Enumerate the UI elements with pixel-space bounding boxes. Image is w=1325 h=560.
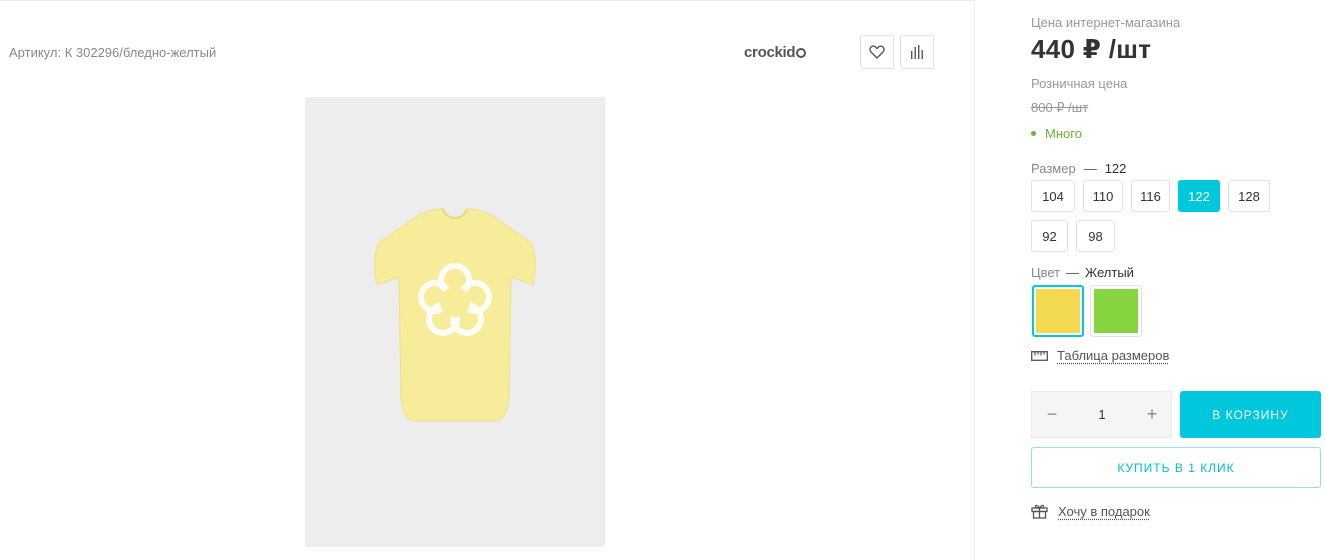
online-price-label: Цена интернет-магазина [1031,15,1180,30]
gift-icon [1031,503,1048,519]
quantity-decrease-button[interactable]: − [1042,404,1062,424]
size-option-128[interactable]: 128 [1228,180,1270,212]
ruler-icon [1031,351,1048,361]
color-swatch-yellow[interactable] [1032,285,1084,337]
size-table-label: Таблица размеров [1057,348,1169,363]
quantity-value[interactable]: 1 [1082,407,1122,422]
color-dash: — [1066,265,1079,280]
article-number: Артикул: К 302296/бледно-желтый [9,45,216,60]
quantity-increase-button[interactable]: + [1142,404,1162,424]
buy-one-click-button[interactable]: КУПИТЬ В 1 КЛИК [1031,447,1321,488]
stock-dot-icon [1031,131,1036,136]
bar-chart-icon [910,45,924,59]
product-photo[interactable] [305,97,605,547]
color-swatch-green[interactable] [1090,285,1142,337]
brand-logo: crockid [744,44,806,61]
size-option-92[interactable]: 92 [1031,220,1068,252]
size-table-link[interactable]: Таблица размеров [1031,348,1169,363]
color-selected-row: Цвет — Желтый [1031,265,1134,280]
size-selected-row: Размер — 122 [1031,161,1126,176]
size-label: Размер [1031,161,1076,176]
color-selected-value: Желтый [1085,265,1134,280]
retail-price: 800 ₽ /шт [1031,100,1088,116]
gift-wish-label: Хочу в подарок [1058,504,1150,519]
size-option-116[interactable]: 116 [1131,180,1170,212]
online-price: 440 ₽ /шт [1031,34,1151,65]
color-label: Цвет [1031,265,1060,280]
heart-icon [869,45,885,59]
retail-price-label: Розничная цена [1031,76,1127,91]
color-swatch-green-fill [1094,289,1138,333]
stock-status: Много [1031,126,1082,141]
quantity-stepper: − 1 + [1031,391,1172,438]
stock-label: Много [1045,126,1082,141]
size-selected-value: 122 [1105,161,1127,176]
product-gallery: Артикул: К 302296/бледно-желтый crockid [0,0,975,560]
size-option-122[interactable]: 122 [1178,180,1220,212]
gift-wish-link[interactable]: Хочу в подарок [1031,503,1150,519]
color-swatch-yellow-fill [1036,289,1080,333]
product-purchase-panel: Цена интернет-магазина 440 ₽ /шт Розничн… [1031,0,1325,550]
size-option-98[interactable]: 98 [1076,220,1115,252]
add-to-cart-button[interactable]: В КОРЗИНУ [1180,391,1321,438]
brand-logo-mark [796,48,806,58]
size-dash: — [1084,161,1097,176]
tshirt-image [305,97,605,547]
size-option-110[interactable]: 110 [1083,180,1123,212]
size-option-104[interactable]: 104 [1031,180,1075,212]
compare-button[interactable] [900,35,934,69]
favorite-button[interactable] [860,35,894,69]
